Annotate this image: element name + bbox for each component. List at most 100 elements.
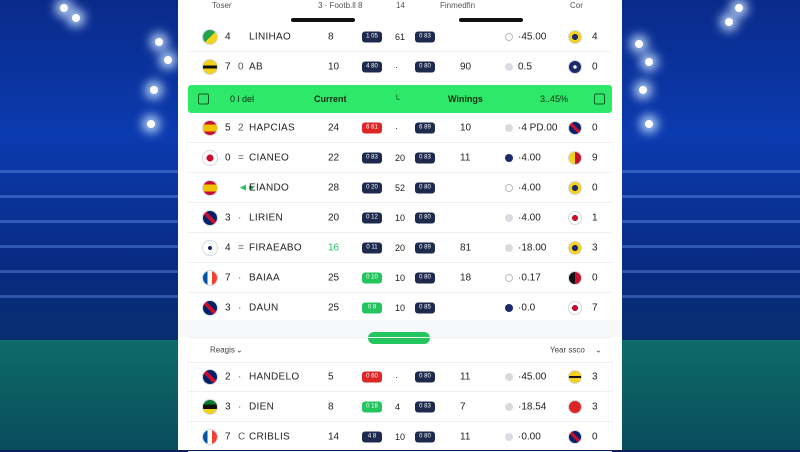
team-name[interactable]: CRIBLIS	[249, 432, 290, 443]
table-row[interactable]: 7 · BAIAA 25 0 10 10 0 80 18 ·0.17 0	[188, 264, 612, 293]
table-row[interactable]: 0 = CIANEO 22 0 83 20 0 83 11 ·4.00 9	[188, 144, 612, 173]
table-row[interactable]: 7 C CRIBLIS 14 4 8 10 0 80 11 ·0.00 0	[188, 423, 612, 452]
score: 0	[592, 431, 598, 443]
points: 20	[328, 212, 340, 224]
status-dot-icon	[505, 63, 513, 71]
table-row[interactable]: 7 0 AB 10 4 80 · 0 80 90 0.5 0	[188, 53, 612, 82]
score: 1	[592, 212, 598, 224]
team-flag-icon	[202, 399, 218, 415]
header-winnings[interactable]: Winings	[448, 94, 483, 104]
year-filter[interactable]: Year ssco	[550, 346, 585, 355]
odds-badge[interactable]: 4 80	[362, 61, 382, 73]
odds-badge[interactable]: 0 83	[415, 152, 435, 164]
header-col-4: 3..45%	[540, 94, 569, 104]
odds-badge[interactable]: 0 80	[415, 182, 435, 194]
table-row[interactable]: 5 2 HAPCIAS 24 6 81 · 6 89 10 ·4 PD.00 0	[188, 114, 612, 143]
leaderboard-header: 0 l del Current └ Winings 3..45%	[188, 85, 612, 113]
filter-bar: Reagis ⌄ Year ssco ⌄	[188, 337, 612, 363]
rank: 7	[225, 272, 231, 284]
odds-badge[interactable]: 0 85	[415, 302, 435, 314]
odds-badge[interactable]: 0 83	[415, 31, 435, 43]
chevron-down-icon[interactable]: ⌄	[236, 346, 243, 355]
team-name[interactable]: FIRAEABO	[249, 243, 302, 254]
score: 0	[592, 61, 598, 73]
table-row[interactable]: 3 · LIRIEN 20 0 12 10 0 80 ·4.00 1	[188, 204, 612, 233]
rank: 4	[225, 31, 231, 43]
team-name[interactable]: HANDELO	[249, 372, 299, 383]
team-name[interactable]: DAUN	[249, 303, 279, 314]
table-row[interactable]: 2 · HANDELO 5 0 60 · 0 80 11 ·45.00 3	[188, 363, 612, 392]
status-dot-icon	[505, 154, 513, 162]
rank: 7	[225, 431, 231, 443]
checkbox-icon[interactable]	[198, 93, 209, 105]
team-name[interactable]: EIANDO	[249, 183, 289, 194]
odds-badge[interactable]: 0 89	[415, 242, 435, 254]
table-row[interactable]: 4 = FIRAEABO 16 0 11 20 0 89 81 ·18.00 3	[188, 234, 612, 263]
team-crest-icon	[568, 121, 582, 135]
odds-badge[interactable]: 0 80	[415, 272, 435, 284]
topbar-mid-right: 14	[396, 1, 405, 10]
odds-badge[interactable]: 0 11	[362, 242, 382, 254]
team-name[interactable]: BAIAA	[249, 273, 280, 284]
played: 20	[395, 153, 406, 163]
table-row[interactable]: ◄● EIANDO 28 0 20 52 0 80·4.00 0	[188, 174, 612, 203]
points: 28	[328, 182, 340, 194]
points: 22	[328, 152, 340, 164]
points: 16	[328, 242, 340, 254]
team-flag-icon	[202, 210, 218, 226]
odds-badge[interactable]: 6 81	[362, 122, 382, 134]
winnings-value: ·18.00	[518, 242, 547, 254]
header-current[interactable]: Current	[314, 94, 347, 104]
odds-badge[interactable]: 0 83	[415, 401, 435, 413]
rank: 2	[225, 371, 231, 383]
winnings-value: ·18.54	[518, 401, 547, 413]
winnings-value: ·4.00	[518, 212, 541, 224]
odds-badge[interactable]: 1 05	[362, 31, 382, 43]
odds-badge[interactable]: 0 18	[362, 401, 382, 413]
odds-badge[interactable]: 0 80	[415, 371, 435, 383]
team-name[interactable]: LINIHAO	[249, 32, 291, 43]
table-row[interactable]: 3 · DAUN 25 0 8 10 0 85 ·0.0 7	[188, 294, 612, 323]
winnings-value: ·0.17	[518, 272, 541, 284]
rank: 7	[225, 61, 231, 73]
chevron-down-icon[interactable]: ⌄	[595, 346, 602, 355]
winnings-value: ·4 PD.00	[518, 122, 558, 134]
team-name[interactable]: HAPCIAS	[249, 123, 295, 134]
stat-value: 11	[460, 431, 471, 443]
played: 10	[395, 432, 406, 442]
stat-value: 11	[460, 152, 471, 164]
stat-value: 90	[460, 61, 472, 73]
odds-badge[interactable]: 4 8	[362, 431, 382, 443]
team-name[interactable]: AB	[249, 62, 263, 73]
odds-badge[interactable]: 0 8	[362, 302, 382, 314]
odds-badge[interactable]: 0 20	[362, 182, 382, 194]
region-filter[interactable]: Reagis	[210, 346, 235, 355]
team-flag-icon	[202, 59, 218, 75]
table-row[interactable]: 4 LINIHAO 8 1 05 61 0 83 ·45.00 4	[188, 23, 612, 52]
team-name[interactable]: CIANEO	[249, 153, 289, 164]
status-dot-icon	[505, 403, 513, 411]
checkbox-icon[interactable]	[594, 93, 605, 105]
team-name[interactable]: DIEN	[249, 402, 274, 413]
team-flag-icon	[202, 300, 218, 316]
status-dot-icon	[505, 274, 513, 282]
score: 9	[592, 152, 598, 164]
odds-badge[interactable]: 0 80	[415, 212, 435, 224]
odds-badge[interactable]: 0 10	[362, 272, 382, 284]
winnings-value: ·0.0	[518, 302, 536, 314]
rank-change: C	[238, 431, 246, 443]
score: 4	[592, 31, 598, 43]
sort-icon[interactable]: └	[394, 95, 400, 104]
topbar-right[interactable]: Cor	[570, 1, 583, 10]
topbar-left[interactable]: Toser	[212, 1, 232, 10]
odds-badge[interactable]: 0 83	[362, 152, 382, 164]
rank-change: =	[238, 152, 244, 164]
points: 8	[328, 31, 334, 43]
odds-badge[interactable]: 0 60	[362, 371, 382, 383]
odds-badge[interactable]: 0 80	[415, 431, 435, 443]
odds-badge[interactable]: 0 12	[362, 212, 382, 224]
odds-badge[interactable]: 6 89	[415, 122, 435, 134]
odds-badge[interactable]: 0 80	[415, 61, 435, 73]
team-name[interactable]: LIRIEN	[249, 213, 283, 224]
table-row[interactable]: 3 · DIEN 8 0 18 4 0 83 7 ·18.54 3	[188, 393, 612, 422]
